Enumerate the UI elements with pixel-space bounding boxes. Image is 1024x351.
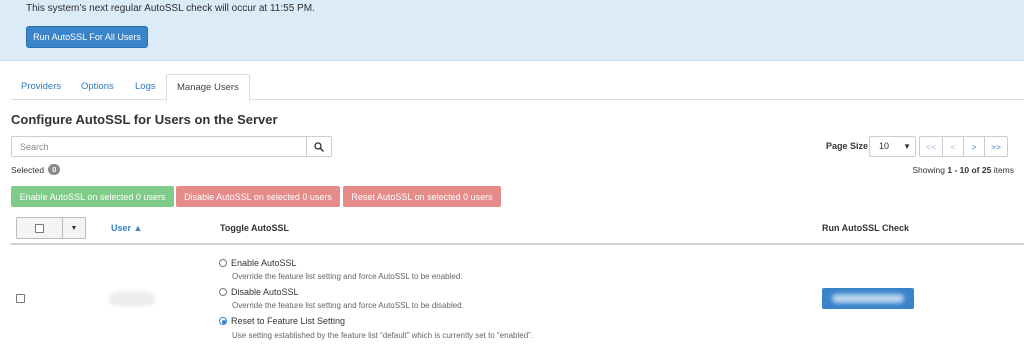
search-icon [314,141,324,152]
disable-autossl-radio[interactable]: Disable AutoSSL [219,287,299,297]
page-size-value: 10 [879,141,890,151]
pagination: << < > >> [919,136,1008,157]
selected-label: Selected [11,164,45,175]
page-title: Configure AutoSSL for Users on the Serve… [11,112,278,127]
next-check-message: This system’s next regular AutoSSL check… [26,3,315,14]
showing-prefix: Showing [912,165,945,175]
table-header: ▼ User ▲ Toggle AutoSSL Run AutoSSL Chec… [11,215,1024,245]
select-all-control: ▼ [16,217,86,239]
radio-icon [219,259,227,267]
search-button[interactable] [306,137,331,156]
run-check-column-header: Run AutoSSL Check [822,223,910,233]
first-page-button[interactable]: << [919,136,943,157]
next-page-button[interactable]: > [963,136,985,157]
search-input[interactable] [12,137,308,156]
tab-manage-users[interactable]: Manage Users [166,74,250,101]
select-menu-dropdown[interactable]: ▼ [63,218,85,238]
caret-down-icon: ▼ [70,224,78,232]
selected-count-badge: 0 [48,164,61,175]
table-row: Enable AutoSSL Override the feature list… [11,246,1024,351]
page-size-select[interactable]: 10 ▼ [869,136,916,157]
checkbox-icon [35,223,44,233]
select-all-checkbox[interactable] [17,218,63,238]
reset-selected-button[interactable]: Reset AutoSSL on selected 0 users [343,186,501,207]
prev-page-button[interactable]: < [942,136,964,157]
last-page-button[interactable]: >> [984,136,1008,157]
radio-label: Disable AutoSSL [231,287,299,297]
reset-feature-list-radio[interactable]: Reset to Feature List Setting [219,316,345,326]
username-redacted [109,292,155,306]
radio-description: Use setting established by the feature l… [232,331,534,340]
radio-description: Override the feature list setting and fo… [232,301,464,310]
checkbox-icon [16,294,25,303]
row-checkbox[interactable] [16,294,25,303]
run-autossl-check-button[interactable] [822,288,914,309]
radio-label: Enable AutoSSL [231,258,297,268]
showing-items-text: Showing 1 - 10 of 25 items [912,165,1014,175]
page-size-label: Page Size [826,141,869,151]
user-column-header[interactable]: User ▲ [111,223,142,233]
enable-selected-button[interactable]: Enable AutoSSL on selected 0 users [11,186,174,207]
radio-icon [219,288,227,296]
radio-label: Reset to Feature List Setting [231,316,346,326]
run-autossl-all-users-button[interactable]: Run AutoSSL For All Users [26,26,148,48]
tab-options[interactable]: Options [71,74,124,100]
enable-autossl-radio[interactable]: Enable AutoSSL [219,258,297,268]
showing-suffix: items [993,165,1014,175]
chevron-down-icon: ▼ [903,142,911,151]
selected-count-row: Selected 0 [11,164,61,175]
tab-providers[interactable]: Providers [11,74,71,100]
tab-logs[interactable]: Logs [125,74,166,100]
radio-checked-icon [219,317,227,325]
redacted-label [832,294,904,303]
toggle-autossl-column-header: Toggle AutoSSL [220,223,289,233]
search-box [11,136,332,157]
radio-description: Override the feature list setting and fo… [232,272,463,281]
info-banner: This system’s next regular AutoSSL check… [0,0,1024,61]
tab-bar: Providers Options Logs Manage Users [11,74,1024,101]
disable-selected-button[interactable]: Disable AutoSSL on selected 0 users [176,186,340,207]
showing-range: 1 - 10 of 25 [947,165,992,175]
